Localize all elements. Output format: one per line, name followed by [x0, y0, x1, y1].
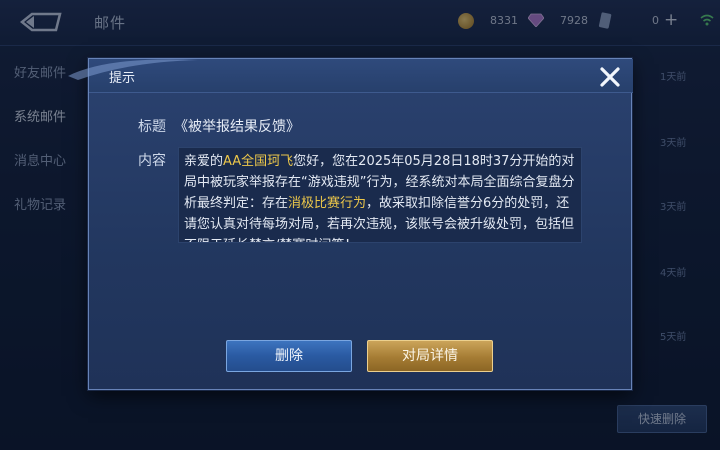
decorative-swoosh	[68, 59, 198, 80]
close-icon[interactable]	[597, 64, 623, 90]
content-text: 亲爱的	[184, 154, 224, 169]
match-details-button[interactable]: 对局详情	[367, 340, 493, 372]
violation-type: 消极比赛行为	[288, 196, 367, 211]
mail-content-box[interactable]: 亲爱的AA全国珂飞您好，您在2025年05月28日18时37分开始的对局中被玩家…	[178, 147, 582, 243]
player-name: AA全国珂飞	[223, 154, 294, 169]
title-label: 标题	[138, 119, 166, 135]
delete-button[interactable]: 删除	[226, 340, 352, 372]
mail-subject: 《被举报结果反馈》	[174, 119, 300, 135]
content-label: 内容	[138, 153, 166, 169]
